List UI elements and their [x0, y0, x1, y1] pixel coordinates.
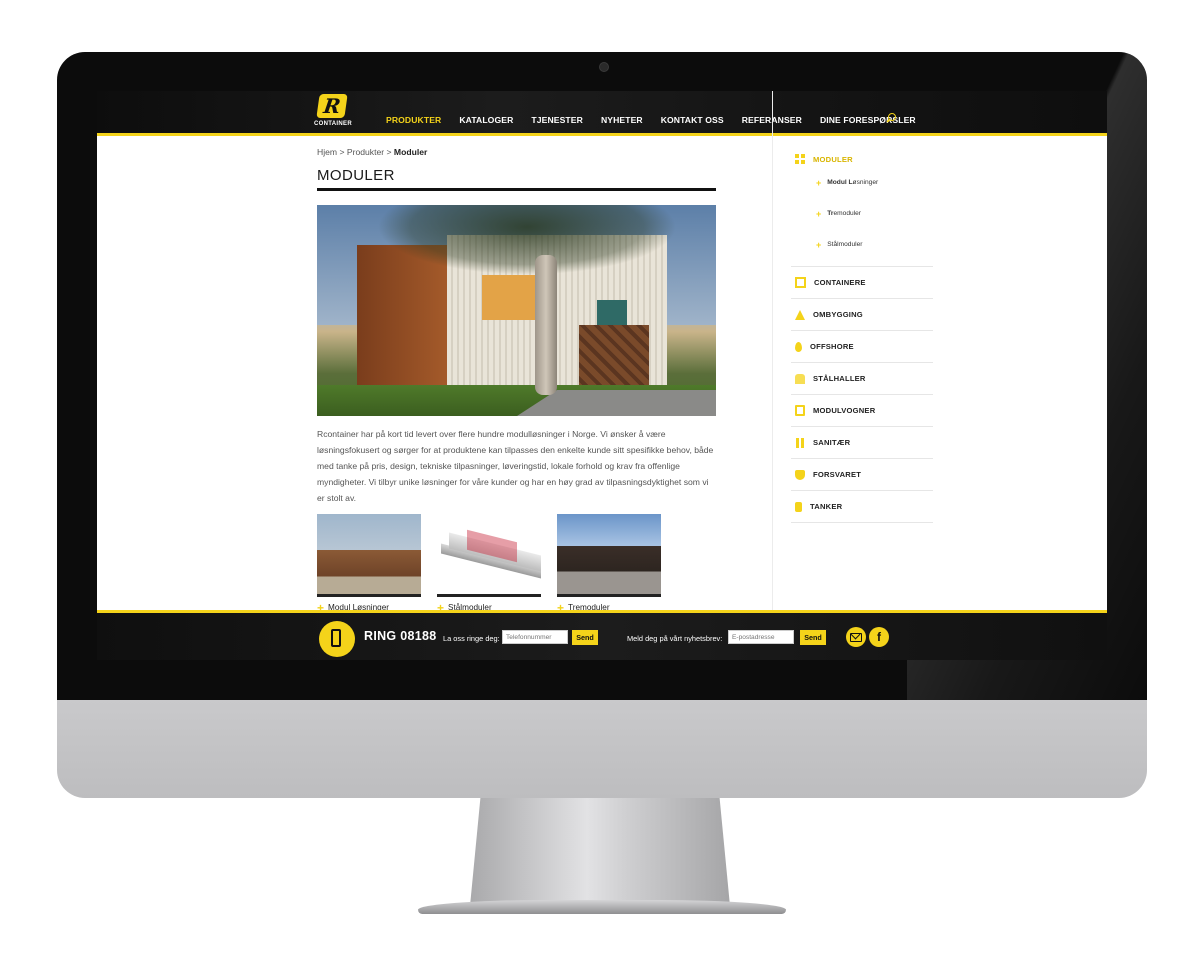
sidebar-item-moduler[interactable]: MODULER: [791, 151, 933, 167]
sidebar-divider: [772, 91, 773, 611]
plus-icon: +: [816, 177, 822, 188]
hero-image: [317, 205, 716, 416]
breadcrumb-home[interactable]: Hjem: [317, 147, 337, 157]
breadcrumb-current: Moduler: [393, 147, 428, 157]
sidebar-item-label: FORSVARET: [813, 470, 862, 479]
sidebar-item-forsvaret[interactable]: FORSVARET: [791, 458, 933, 490]
mail-icon[interactable]: [846, 627, 866, 647]
cone-icon: [795, 309, 805, 320]
nav-tjenester[interactable]: TJENESTER: [531, 115, 583, 125]
plus-icon: +: [816, 239, 822, 250]
breadcrumb-separator: >: [384, 147, 394, 157]
sidebar-subitem-modul-losninger[interactable]: + Modul Løsninger: [816, 167, 933, 198]
sidebar-item-stalhaller[interactable]: STÅLHALLER: [791, 362, 933, 394]
search-icon[interactable]: [887, 113, 897, 123]
phone-icon: [319, 621, 355, 657]
shield-icon: [795, 469, 805, 480]
sidebar-subitem-tremoduler[interactable]: + Tr emoduler: [816, 198, 933, 229]
site-logo[interactable]: R CONTAINER: [313, 94, 353, 132]
footer-bar: RING 08188 La oss ringe deg: Send Meld d…: [97, 613, 1107, 660]
subitem-label: emoduler: [833, 210, 862, 217]
sidebar-subitem-stalmoduler[interactable]: + Stålmoduler: [816, 229, 933, 260]
nav-kontakt-oss[interactable]: KONTAKT OSS: [661, 115, 724, 125]
product-card-modul-losninger[interactable]: + Modul Løsninger: [317, 514, 421, 614]
monitor-stand: [470, 798, 730, 906]
breadcrumb: Hjem > Produkter > Moduler: [317, 147, 717, 157]
tank-icon: [795, 501, 802, 512]
sidebar-item-tanker[interactable]: TANKER: [791, 490, 933, 523]
breadcrumb-separator: >: [337, 147, 347, 157]
grid-icon: [795, 154, 805, 164]
wagon-icon: [795, 405, 805, 416]
page-title: MODULER: [317, 167, 716, 191]
sidebar-item-modulvogner[interactable]: MODULVOGNER: [791, 394, 933, 426]
plus-icon: +: [816, 208, 822, 219]
product-image[interactable]: [437, 514, 541, 597]
drop-icon: [795, 341, 802, 352]
nav-kataloger[interactable]: KATALOGER: [459, 115, 513, 125]
header-bar: R CONTAINER PRODUKTER KATALOGER TJENESTE…: [97, 91, 1107, 136]
monitor-base: [418, 900, 786, 914]
sidebar-item-sanitaer[interactable]: SANITÆR: [791, 426, 933, 458]
sidebar-item-label: CONTAINERE: [814, 278, 866, 287]
phone-number[interactable]: RING 08188: [364, 629, 436, 643]
hall-icon: [795, 373, 805, 384]
sidebar: MODULER + Modul Løsninger + Tr emoduler + St…: [791, 151, 933, 523]
sidebar-item-label: MODULVOGNER: [813, 406, 876, 415]
subitem-label: Stålmoduler: [827, 241, 863, 248]
newsletter-label: Meld deg på vårt nyhetsbrev:: [627, 634, 723, 643]
callback-send-button[interactable]: Send: [572, 630, 598, 645]
sanitary-icon: [795, 437, 805, 448]
nav-nyheter[interactable]: NYHETER: [601, 115, 643, 125]
sidebar-item-containere[interactable]: CONTAINERE: [791, 266, 933, 298]
breadcrumb-produkter[interactable]: Produkter: [347, 147, 384, 157]
sidebar-item-ombygging[interactable]: OMBYGGING: [791, 298, 933, 330]
facebook-icon[interactable]: f: [869, 627, 889, 647]
email-input[interactable]: [728, 630, 794, 644]
nav-dine-foresporsler[interactable]: DINE FORESPØRSLER: [820, 115, 916, 125]
product-grid: + Modul Løsninger + Stålmoduler + Tremodule…: [317, 514, 717, 614]
callback-label: La oss ringe deg:: [443, 634, 500, 643]
container-icon: [795, 277, 806, 288]
sidebar-item-offshore[interactable]: OFFSHORE: [791, 330, 933, 362]
sidebar-item-label: SANITÆR: [813, 438, 851, 447]
main-nav: PRODUKTER KATALOGER TJENESTER NYHETER KO…: [386, 115, 934, 125]
newsletter-send-button[interactable]: Send: [800, 630, 826, 645]
main-content: Hjem > Produkter > Moduler MODULER Rcont…: [317, 147, 717, 614]
sidebar-item-label: OMBYGGING: [813, 310, 863, 319]
sidebar-item-label: STÅLHALLER: [813, 374, 866, 383]
monitor-chin: [57, 700, 1147, 798]
product-card-tremoduler[interactable]: + Tremoduler: [557, 514, 661, 614]
intro-text: Rcontainer har på kort tid levert over f…: [317, 429, 714, 503]
website-screen: R CONTAINER PRODUKTER KATALOGER TJENESTE…: [97, 91, 1107, 660]
product-card-stalmoduler[interactable]: + Stålmoduler: [437, 514, 541, 614]
subitem-label: øsninger: [852, 179, 879, 186]
logo-text: CONTAINER: [314, 121, 352, 127]
sidebar-item-label: MODULER: [813, 154, 853, 164]
subitem-highlight: Modul L: [827, 179, 853, 186]
product-image[interactable]: [557, 514, 661, 597]
phone-input[interactable]: [502, 630, 568, 644]
product-image[interactable]: [317, 514, 421, 597]
logo-mark: R: [316, 94, 348, 118]
sidebar-item-label: TANKER: [810, 502, 843, 511]
webcam: [599, 62, 609, 72]
sidebar-item-label: OFFSHORE: [810, 342, 854, 351]
nav-produkter[interactable]: PRODUKTER: [386, 115, 441, 125]
